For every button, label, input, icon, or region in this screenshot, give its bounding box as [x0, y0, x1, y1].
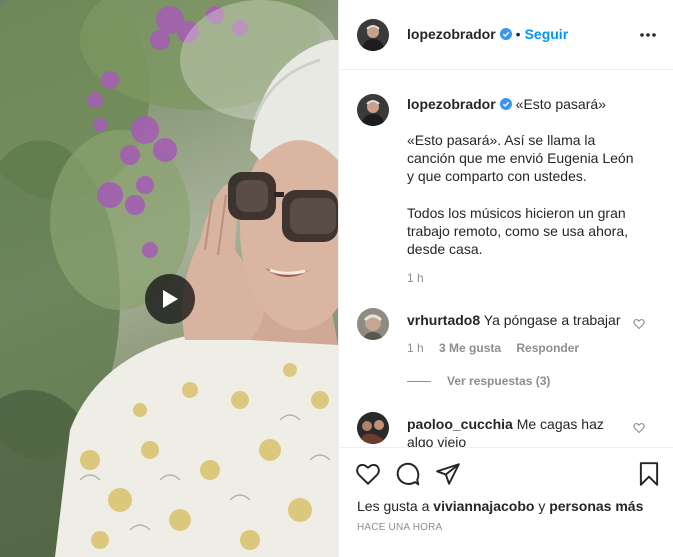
comment-like-heart-icon[interactable]	[633, 318, 645, 330]
caption-author-username[interactable]: lopezobrador	[407, 96, 496, 112]
post-video[interactable]	[0, 0, 338, 557]
comment-username[interactable]: vrhurtado8	[407, 312, 480, 328]
comment-meta: 1 h 3 Me gusta Responder	[407, 341, 591, 355]
caption-title-line: lopezobrador «Esto pasará»	[407, 96, 606, 112]
likes-connector: y	[538, 498, 546, 514]
paper-plane-icon[interactable]	[435, 461, 461, 487]
comment-text: Ya póngase a trabajar	[483, 312, 621, 328]
comment-icon[interactable]	[395, 461, 421, 487]
reply-button[interactable]: Responder	[516, 341, 579, 355]
follow-button[interactable]: Seguir	[525, 26, 569, 42]
caption-paragraph-2: Todos los músicos hicieron un gran traba…	[407, 205, 629, 257]
post-details-panel: lopezobrador • Seguir lopezobrador «Esto pa…	[338, 0, 673, 557]
likes-summary: Les gusta a viviannajacobo y personas má…	[357, 498, 643, 514]
commenter-avatar[interactable]	[357, 412, 389, 444]
play-button[interactable]	[145, 274, 195, 324]
author-avatar[interactable]	[357, 19, 389, 51]
author-username[interactable]: lopezobrador	[407, 26, 496, 42]
post-actions-bar: Les gusta a viviannajacobo y personas má…	[339, 447, 673, 557]
commenter-avatar[interactable]	[357, 308, 389, 340]
caption-paragraph-1: «Esto pasará». Así se llama la canción q…	[407, 132, 634, 184]
verified-badge-icon	[499, 27, 512, 40]
view-replies-button[interactable]: Ver respuestas (3)	[407, 374, 550, 388]
likes-prefix: Les gusta a	[357, 498, 430, 514]
header-meta: lopezobrador • Seguir	[407, 26, 568, 42]
liked-by-username[interactable]: viviannajacobo	[433, 498, 534, 514]
separator-dot: •	[515, 26, 521, 42]
comment-line: paoloo_cucchia Me cagas haz algo viejo	[407, 415, 622, 451]
bookmark-icon[interactable]	[636, 461, 662, 487]
view-replies-label: Ver respuestas (3)	[447, 374, 551, 388]
comment-likes-count[interactable]: 3 Me gusta	[439, 341, 501, 355]
caption-title: «Esto pasará»	[515, 96, 606, 112]
comment-like-heart-icon[interactable]	[633, 422, 645, 434]
replies-divider	[407, 381, 431, 383]
caption-author-avatar[interactable]	[357, 94, 389, 126]
post-header: lopezobrador • Seguir	[339, 0, 673, 70]
comment-timestamp[interactable]: 1 h	[407, 341, 424, 355]
comment-line: vrhurtado8 Ya póngase a trabajar	[407, 312, 621, 328]
heart-icon[interactable]	[355, 461, 381, 487]
play-icon	[163, 290, 178, 308]
caption-timestamp[interactable]: 1 h	[407, 271, 424, 285]
post-date[interactable]: HACE UNA HORA	[357, 522, 442, 533]
comment-username[interactable]: paoloo_cucchia	[407, 416, 513, 432]
more-options-icon[interactable]	[636, 27, 660, 43]
verified-badge-icon	[499, 97, 512, 110]
likes-others-link[interactable]: personas más	[549, 498, 643, 514]
